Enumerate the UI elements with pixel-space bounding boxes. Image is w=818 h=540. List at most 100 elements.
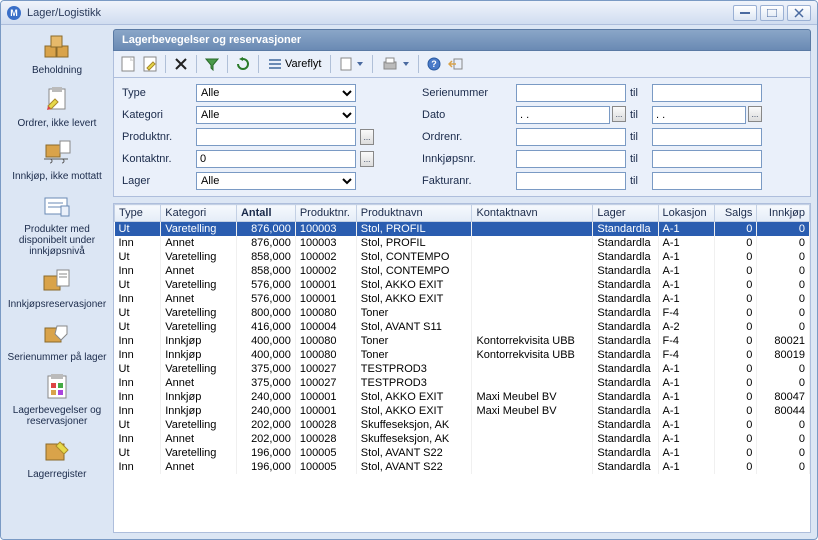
dato-to-input[interactable] — [652, 106, 746, 124]
fakturanr-label: Fakturanr. — [422, 175, 512, 187]
svg-text:?: ? — [432, 59, 438, 69]
edit-button[interactable] — [140, 54, 160, 74]
toolbar: Vareflyt ? — [113, 51, 811, 78]
notes-icon — [41, 190, 73, 222]
window-title: Lager/Logistikk — [27, 7, 730, 19]
exit-button[interactable] — [446, 54, 466, 74]
table-row[interactable]: UtVaretelling800,000100080TonerStandardl… — [115, 306, 810, 320]
sidebar-item-bevegelser[interactable]: Lagerbevegelser og reservasjoner — [3, 369, 111, 433]
dato-from-input[interactable] — [516, 106, 610, 124]
table-row[interactable]: InnAnnet858,000100002Stol, CONTEMPOStand… — [115, 264, 810, 278]
col-header[interactable]: Type — [115, 205, 161, 222]
grid-scroll[interactable]: TypeKategoriAntallProduktnr.ProduktnavnK… — [114, 204, 810, 532]
til-label: til — [630, 131, 648, 143]
table-row[interactable]: InnInnkjøp400,000100080TonerKontorrekvis… — [115, 348, 810, 362]
fakturanr-to-input[interactable] — [652, 172, 762, 190]
kategori-select[interactable]: Alle — [196, 106, 356, 124]
sidebar-item-lagerregister[interactable]: Lagerregister — [3, 433, 111, 486]
til-label: til — [630, 175, 648, 187]
table-row[interactable]: InnAnnet375,000100027TESTPROD3Standardla… — [115, 376, 810, 390]
data-table: TypeKategoriAntallProduktnr.ProduktnavnK… — [114, 204, 810, 474]
table-row[interactable]: InnAnnet876,000100003Stol, PROFILStandar… — [115, 236, 810, 250]
sidebar-item-label: Lagerregister — [4, 469, 110, 480]
delete-button[interactable] — [171, 54, 191, 74]
ordrenr-to-input[interactable] — [652, 128, 762, 146]
table-row[interactable]: InnInnkjøp240,000100001Stol, AKKO EXITMa… — [115, 404, 810, 418]
sidebar-item-reservasjoner[interactable]: Innkjøpsreservasjoner — [3, 263, 111, 316]
col-header[interactable]: Lager — [593, 205, 658, 222]
col-header[interactable]: Kontaktnavn — [472, 205, 593, 222]
sidebar-item-serienummer[interactable]: Serienummer på lager — [3, 316, 111, 369]
table-row[interactable]: UtVaretelling202,000100028Skuffeseksjon,… — [115, 418, 810, 432]
new-button[interactable] — [118, 54, 138, 74]
innkjopsnr-to-input[interactable] — [652, 150, 762, 168]
table-row[interactable]: UtVaretelling416,000100004Stol, AVANT S1… — [115, 320, 810, 334]
dato-from-picker[interactable]: ... — [612, 106, 626, 122]
filter-button[interactable] — [202, 54, 222, 74]
sidebar-item-disponibelt[interactable]: Produkter med disponibelt under innkjøps… — [3, 188, 111, 263]
sidebar-item-label: Beholdning — [4, 65, 110, 76]
print-menu-button[interactable] — [378, 54, 413, 74]
col-header[interactable]: Innkjøp — [757, 205, 810, 222]
lager-select[interactable]: Alle — [196, 172, 356, 190]
col-header[interactable]: Salgs — [715, 205, 757, 222]
sidebar-item-label: Produkter med disponibelt under innkjøps… — [4, 224, 110, 257]
col-header[interactable]: Lokasjon — [658, 205, 715, 222]
vareflyt-button[interactable]: Vareflyt — [264, 54, 325, 74]
refresh-button[interactable] — [233, 54, 253, 74]
innkjopsnr-label: Innkjøpsnr. — [422, 153, 512, 165]
maximize-button[interactable] — [760, 5, 784, 21]
til-label: til — [630, 153, 648, 165]
table-row[interactable]: InnAnnet576,000100001Stol, AKKO EXITStan… — [115, 292, 810, 306]
table-row[interactable]: InnAnnet196,000100005Stol, AVANT S22Stan… — [115, 460, 810, 474]
minimize-button[interactable] — [733, 5, 757, 21]
grid: TypeKategoriAntallProduktnr.ProduktnavnK… — [113, 203, 811, 533]
table-row[interactable]: UtVaretelling196,000100005Stol, AVANT S2… — [115, 446, 810, 460]
clipboard-color-icon — [41, 371, 73, 403]
serienummer-to-input[interactable] — [652, 84, 762, 102]
table-row[interactable]: InnInnkjøp240,000100001Stol, AKKO EXITMa… — [115, 390, 810, 404]
tag-icon — [41, 318, 73, 350]
kontaktnr-label: Kontaktnr. — [122, 153, 192, 165]
box-pencil-icon — [41, 435, 73, 467]
produktnr-picker[interactable]: ... — [360, 129, 374, 145]
produktnr-input[interactable] — [196, 128, 356, 146]
ordrenr-from-input[interactable] — [516, 128, 626, 146]
type-select[interactable]: Alle — [196, 84, 356, 102]
kategori-label: Kategori — [122, 109, 192, 121]
list-icon — [268, 57, 282, 71]
sidebar-item-innkjop[interactable]: Innkjøp, ikke mottatt — [3, 135, 111, 188]
sidebar-item-label: Ordrer, ikke levert — [4, 118, 110, 129]
table-row[interactable]: UtVaretelling858,000100002Stol, CONTEMPO… — [115, 250, 810, 264]
serienummer-from-input[interactable] — [516, 84, 626, 102]
sidebar-item-label: Innkjøpsreservasjoner — [4, 299, 110, 310]
chevron-down-icon — [357, 62, 363, 66]
table-row[interactable]: InnAnnet202,000100028Skuffeseksjon, AKSt… — [115, 432, 810, 446]
kontaktnr-input[interactable] — [196, 150, 356, 168]
close-button[interactable] — [787, 5, 811, 21]
doc-menu-button[interactable] — [336, 54, 367, 74]
table-row[interactable]: UtVaretelling375,000100027TESTPROD3Stand… — [115, 362, 810, 376]
dato-to-picker[interactable]: ... — [748, 106, 762, 122]
fakturanr-from-input[interactable] — [516, 172, 626, 190]
vareflyt-label: Vareflyt — [285, 58, 321, 70]
innkjopsnr-from-input[interactable] — [516, 150, 626, 168]
serienummer-label: Serienummer — [422, 87, 512, 99]
table-row[interactable]: UtVaretelling876,000100003Stol, PROFILSt… — [115, 222, 810, 237]
col-header[interactable]: Produktnavn — [356, 205, 472, 222]
kontaktnr-picker[interactable]: ... — [360, 151, 374, 167]
help-button[interactable]: ? — [424, 54, 444, 74]
col-header[interactable]: Antall — [236, 205, 295, 222]
col-header[interactable]: Kategori — [161, 205, 237, 222]
sidebar-item-ordrer[interactable]: Ordrer, ikke levert — [3, 82, 111, 135]
dato-label: Dato — [422, 109, 512, 121]
clipboard-write-icon — [41, 84, 73, 116]
app-window: M Lager/Logistikk Beholdning Ordrer, ikk… — [0, 0, 818, 540]
sidebar-item-beholdning[interactable]: Beholdning — [3, 29, 111, 82]
box-cart-icon — [41, 137, 73, 169]
type-label: Type — [122, 87, 192, 99]
table-row[interactable]: UtVaretelling576,000100001Stol, AKKO EXI… — [115, 278, 810, 292]
table-row[interactable]: InnInnkjøp400,000100080TonerKontorrekvis… — [115, 334, 810, 348]
panel-header: Lagerbevegelser og reservasjoner — [113, 29, 811, 51]
col-header[interactable]: Produktnr. — [295, 205, 356, 222]
